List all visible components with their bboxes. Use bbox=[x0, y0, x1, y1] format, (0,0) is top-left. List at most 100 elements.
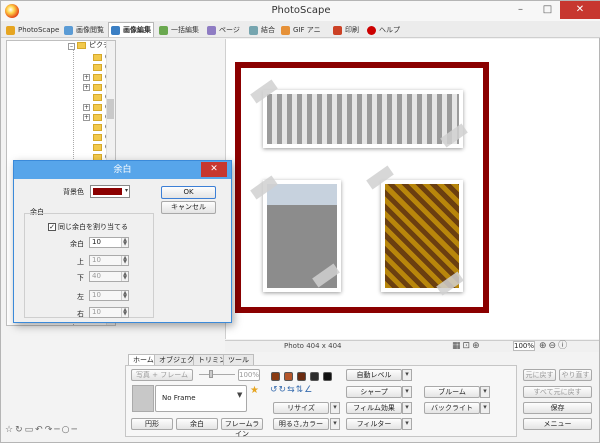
tab-gif[interactable]: GIF アニメ bbox=[278, 22, 328, 49]
photo-info: Photo 404 x 404 bbox=[284, 342, 342, 350]
zoom-in-icon[interactable]: ⊕ bbox=[539, 341, 549, 351]
rotate-left-icon[interactable]: ↺ bbox=[270, 385, 279, 395]
menu-button[interactable]: メニュー bbox=[523, 418, 592, 430]
edited-photo[interactable] bbox=[235, 62, 489, 313]
cancel-button[interactable]: キャンセル bbox=[161, 201, 216, 214]
top-spin[interactable]: 10 ▲ ▼ bbox=[89, 255, 129, 266]
film-effect-dropdown[interactable]: ▾ bbox=[402, 402, 412, 414]
bg-color-picker[interactable]: ▾ bbox=[90, 185, 130, 198]
slider-icon[interactable]: ─○─ bbox=[54, 425, 79, 435]
spin-arrows-icon[interactable]: ▲ ▼ bbox=[121, 256, 128, 265]
tab-editor[interactable]: 画像編集 bbox=[108, 22, 154, 37]
auto-level-dropdown[interactable]: ▾ bbox=[402, 369, 412, 381]
undo-button[interactable]: 元に戻す bbox=[523, 369, 556, 381]
frame-percent[interactable]: 100% bbox=[238, 369, 260, 381]
tab-photoscape[interactable]: PhotoScape bbox=[3, 22, 59, 37]
color-preset-5[interactable] bbox=[323, 372, 332, 381]
expand-toggle-icon[interactable]: + bbox=[83, 114, 90, 121]
expand-toggle-icon[interactable]: + bbox=[83, 104, 90, 111]
frame-line-button[interactable]: フレームライン bbox=[221, 418, 263, 438]
spin-arrows-icon[interactable]: ▲ ▼ bbox=[121, 308, 128, 317]
spin-arrows-icon[interactable]: ▲ ▼ bbox=[121, 291, 128, 300]
straighten-icon[interactable]: ∠ bbox=[304, 385, 313, 395]
chevron-down-icon: ▾ bbox=[124, 187, 128, 194]
fit-icon[interactable]: ⊡ bbox=[463, 341, 473, 351]
folder-open-icon[interactable]: ▭ bbox=[25, 425, 36, 435]
resize-dropdown[interactable]: ▾ bbox=[330, 402, 340, 414]
collapse-toggle-icon[interactable]: – bbox=[68, 43, 75, 50]
back-icon[interactable]: ↶ bbox=[35, 425, 45, 435]
filter-button[interactable]: フィルター bbox=[346, 418, 402, 430]
right-spin[interactable]: 10 ▲ ▼ bbox=[89, 307, 129, 318]
grid-icon[interactable]: ▦ bbox=[452, 341, 463, 351]
undo-all-button[interactable]: すべて元に戻す bbox=[523, 386, 592, 398]
bottom-spin[interactable]: 40 ▲ ▼ bbox=[89, 271, 129, 282]
color-preset-2[interactable] bbox=[284, 372, 293, 381]
bloom-button[interactable]: ブルーム bbox=[424, 386, 480, 398]
refresh-icon[interactable]: ↻ bbox=[15, 425, 25, 435]
minimize-button[interactable]: – bbox=[507, 1, 534, 19]
photo-top bbox=[263, 90, 463, 148]
ok-button[interactable]: OK bbox=[161, 186, 216, 199]
slider-thumb[interactable] bbox=[209, 370, 213, 378]
color-preset-1[interactable] bbox=[271, 372, 280, 381]
zoom-out-icon[interactable]: ⊖ bbox=[549, 341, 559, 351]
photo-frame-button[interactable]: 写真 + フレーム bbox=[131, 369, 193, 381]
flip-vertical-icon[interactable]: ⇅ bbox=[296, 385, 305, 395]
maximize-button[interactable]: □ bbox=[534, 1, 561, 19]
expand-toggle-icon[interactable]: + bbox=[83, 84, 90, 91]
forward-icon[interactable]: ↷ bbox=[45, 425, 55, 435]
same-margin-checkbox[interactable]: ✓ bbox=[48, 223, 56, 231]
folder-icon bbox=[93, 113, 102, 121]
margin-button[interactable]: 余白 bbox=[176, 418, 218, 430]
tab-print[interactable]: 印刷 bbox=[330, 22, 362, 37]
favorite-star-icon[interactable]: ★ bbox=[250, 385, 259, 396]
save-button[interactable]: 保存 bbox=[523, 402, 592, 414]
filter-dropdown[interactable]: ▾ bbox=[402, 418, 412, 430]
tab-batch[interactable]: 一括編集 bbox=[156, 22, 202, 37]
spin-arrows-icon[interactable]: ▲ ▼ bbox=[121, 238, 128, 247]
right-label: 右 bbox=[77, 310, 84, 318]
zoom-fit-icon[interactable]: ⊕ bbox=[472, 341, 482, 351]
redo-button[interactable]: やり直す bbox=[559, 369, 592, 381]
info-icon[interactable]: ⓘ bbox=[558, 341, 569, 351]
frame-size-slider[interactable] bbox=[199, 374, 235, 375]
frame-select[interactable]: No Frame bbox=[155, 385, 247, 412]
film-effect-button[interactable]: フィルム効果 bbox=[346, 402, 402, 414]
auto-level-button[interactable]: 自動レベル bbox=[346, 369, 402, 381]
left-spin[interactable]: 10 ▲ ▼ bbox=[89, 290, 129, 301]
tab-help[interactable]: ヘルプ bbox=[364, 22, 404, 37]
tab-page[interactable]: ページ bbox=[204, 22, 244, 37]
expand-toggle-icon[interactable]: + bbox=[83, 74, 90, 81]
brightness-color-button[interactable]: 明るさ,カラー bbox=[273, 418, 329, 430]
backlight-dropdown[interactable]: ▾ bbox=[480, 402, 490, 414]
tab-tools[interactable]: ツール bbox=[223, 354, 254, 365]
star-icon[interactable]: ☆ bbox=[5, 425, 15, 435]
photoscape-icon bbox=[6, 26, 15, 35]
sharpen-dropdown[interactable]: ▾ bbox=[402, 386, 412, 398]
close-button[interactable]: ✕ bbox=[560, 1, 600, 19]
brightness-dropdown[interactable]: ▾ bbox=[330, 418, 340, 430]
zoom-level[interactable]: 100% bbox=[513, 341, 535, 351]
bottom-label: 下 bbox=[77, 274, 84, 282]
color-preset-3[interactable] bbox=[297, 372, 306, 381]
tab-combine[interactable]: 結合 bbox=[246, 22, 276, 37]
help-icon bbox=[367, 26, 376, 35]
editor-icon bbox=[111, 26, 120, 35]
rotate-right-icon[interactable]: ↻ bbox=[279, 385, 288, 395]
tab-viewer[interactable]: 画像閲覧 bbox=[61, 22, 107, 37]
round-button[interactable]: 円形 bbox=[131, 418, 173, 430]
flip-horizontal-icon[interactable]: ⇆ bbox=[287, 385, 296, 395]
dialog-close-button[interactable]: ✕ bbox=[201, 162, 227, 177]
spin-arrows-icon[interactable]: ▲ ▼ bbox=[121, 272, 128, 281]
color-preset-4[interactable] bbox=[310, 372, 319, 381]
scrollbar-thumb[interactable] bbox=[107, 99, 114, 119]
chevron-down-icon[interactable]: ▼ bbox=[237, 391, 242, 399]
resize-button[interactable]: リサイズ bbox=[273, 402, 329, 414]
backlight-button[interactable]: バックライト bbox=[424, 402, 480, 414]
bloom-dropdown[interactable]: ▾ bbox=[480, 386, 490, 398]
sharpen-button[interactable]: シャープ bbox=[346, 386, 402, 398]
margin-spin[interactable]: 10 ▲ ▼ bbox=[89, 237, 129, 248]
batch-icon bbox=[159, 26, 168, 35]
ceiling-image bbox=[385, 184, 459, 288]
